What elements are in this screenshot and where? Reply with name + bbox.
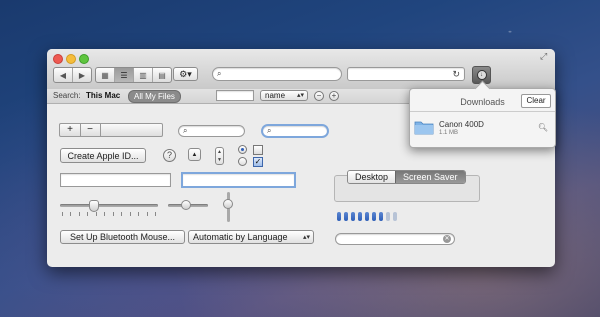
divider: [410, 111, 555, 112]
level-segment: [386, 212, 390, 221]
level-segment: [358, 212, 362, 221]
download-icon: ↓: [476, 70, 487, 80]
remove-criteria-icon[interactable]: −: [314, 91, 324, 101]
slider-ticks: [62, 212, 156, 216]
popup-arrows-icon: ▴▾: [302, 234, 310, 241]
slider-knob-small[interactable]: [181, 200, 191, 210]
toolbar-search-field[interactable]: ⌕: [212, 67, 342, 81]
tab-screen-saver[interactable]: Screen Saver: [395, 171, 465, 183]
list-view-icon[interactable]: ☰: [114, 68, 133, 82]
stepper-down-icon[interactable]: ▼: [216, 156, 223, 164]
rounded-text-field[interactable]: ✕: [335, 233, 455, 245]
view-mode-control: ▦ ☰ ▥ ▤: [95, 67, 172, 83]
stepper[interactable]: ▲ ▼: [215, 147, 224, 165]
back-arrow-icon[interactable]: ◀: [54, 68, 72, 82]
search-icon: ⌕: [267, 126, 272, 135]
level-segment: [344, 212, 348, 221]
column-view-icon[interactable]: ▥: [133, 68, 152, 82]
close-button[interactable]: [53, 54, 63, 64]
tab-bar: Desktop Screen Saver: [347, 170, 466, 184]
url-field[interactable]: ↻: [347, 67, 465, 81]
level-segment: [379, 212, 383, 221]
radio-dot: [241, 148, 244, 151]
stepper-up-icon[interactable]: ▲: [216, 148, 223, 156]
back-forward-control: ◀ ▶: [53, 67, 92, 83]
remove-button[interactable]: −: [80, 124, 101, 136]
setup-bluetooth-mouse-button[interactable]: Set Up Bluetooth Mouse...: [60, 230, 185, 244]
level-segment: [393, 212, 397, 221]
slider-knob[interactable]: [89, 200, 99, 212]
scope-text-field[interactable]: [216, 90, 254, 101]
magnifier-icon[interactable]: 🔍︎: [538, 123, 548, 132]
action-menu-button[interactable]: ⚙▾: [173, 67, 198, 81]
popup-arrows-icon: ▴▾: [296, 92, 304, 99]
level-segment: [372, 212, 376, 221]
help-button[interactable]: ?: [163, 149, 176, 162]
text-field[interactable]: [60, 173, 171, 187]
forward-arrow-icon[interactable]: ▶: [72, 68, 91, 82]
checkbox[interactable]: [253, 145, 263, 155]
folder-icon: [414, 121, 434, 135]
clear-icon[interactable]: ✕: [443, 235, 451, 243]
add-button[interactable]: +: [60, 124, 81, 136]
create-apple-id-button[interactable]: Create Apple ID...: [60, 148, 146, 163]
search-field-small[interactable]: ⌕: [178, 125, 245, 137]
search-label: Search:: [53, 91, 81, 100]
name-popup[interactable]: name ▴▾: [260, 90, 308, 101]
radio-button[interactable]: [238, 157, 247, 166]
checkbox-checked[interactable]: ✓: [253, 157, 263, 167]
level-segment: [337, 212, 341, 221]
text-field-focused[interactable]: [181, 172, 296, 188]
icon-view-icon[interactable]: ▦: [96, 68, 114, 82]
level-segment: [365, 212, 369, 221]
coverflow-view-icon[interactable]: ▤: [152, 68, 171, 82]
add-remove-bar: + −: [59, 123, 163, 137]
search-field-focused[interactable]: ⌕: [261, 124, 329, 138]
vertical-slider-knob[interactable]: [223, 199, 233, 209]
clear-downloads-button[interactable]: Clear: [521, 94, 551, 108]
reload-icon[interactable]: ↻: [452, 69, 460, 80]
radio-button-selected[interactable]: [238, 145, 247, 154]
disclosure-button[interactable]: ▲: [188, 148, 201, 161]
slider-track[interactable]: [60, 204, 158, 207]
level-segment: [351, 212, 355, 221]
language-popup[interactable]: Automatic by Language ▴▾: [188, 230, 314, 244]
fullscreen-icon[interactable]: ⤢: [540, 52, 549, 61]
level-indicator: [337, 212, 397, 221]
tab-desktop[interactable]: Desktop: [348, 171, 396, 183]
add-criteria-icon[interactable]: +: [329, 91, 339, 101]
finder-window: ⤢ ◀ ▶ ▦ ☰ ▥ ▤ ⚙▾ ⌕ ↻ ↓ Search: This Mac …: [47, 49, 555, 267]
download-item-size: 1.1 MB: [439, 130, 459, 136]
search-icon: ⌕: [183, 126, 188, 135]
name-popup-label: name: [265, 91, 286, 100]
search-icon: ⌕: [217, 69, 222, 78]
scope-this-mac[interactable]: This Mac: [86, 91, 120, 100]
zoom-button[interactable]: [79, 54, 89, 64]
minimize-button[interactable]: [66, 54, 76, 64]
scope-all-my-files[interactable]: All My Files: [128, 90, 181, 103]
downloads-popover: Downloads Clear Canon 400D 1.1 MB 🔍︎: [409, 80, 556, 148]
download-item-name[interactable]: Canon 400D: [439, 120, 484, 129]
language-popup-label: Automatic by Language: [193, 232, 288, 242]
